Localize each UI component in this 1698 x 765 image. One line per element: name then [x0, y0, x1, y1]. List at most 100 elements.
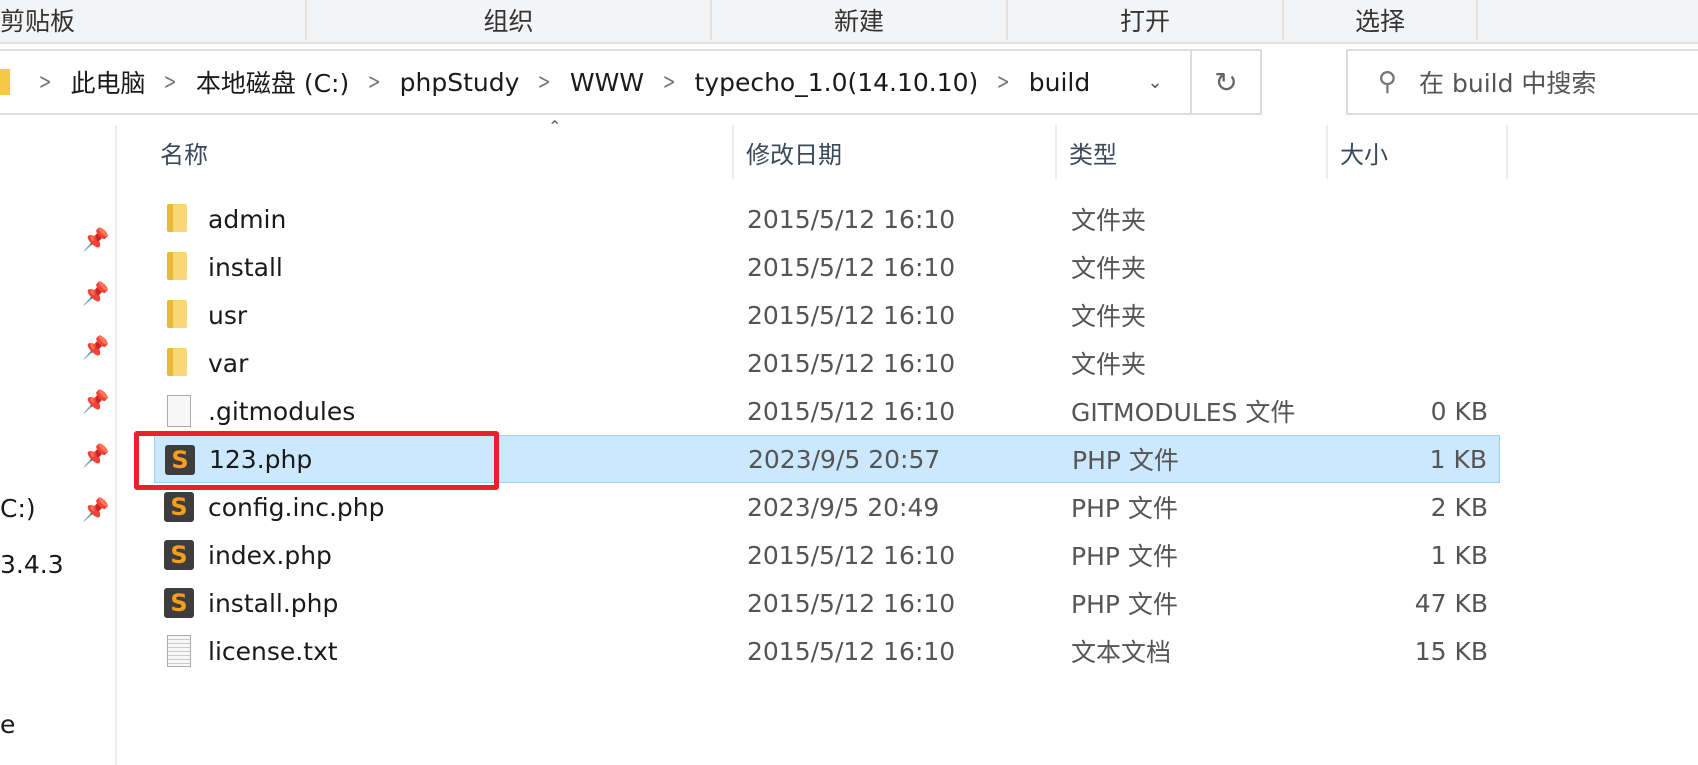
address-bar[interactable]: > 此电脑 > 本地磁盘 (C:) > phpStudy > WWW > typecho_…: [0, 49, 1262, 115]
ribbon-group-clipboard[interactable]: 剪贴板: [0, 0, 307, 40]
file-date: 2015/5/12 16:10: [747, 636, 956, 666]
navigation-pane: 📌 📌 📌 📌 📌 📌 C:) 3.4.3 e: [0, 125, 117, 765]
file-row[interactable]: admin 2015/5/12 16:10 文件夹: [154, 195, 1500, 243]
pin-icon[interactable]: 📌: [82, 228, 109, 254]
column-header: ⌃ 名称 修改日期 类型 大小: [118, 117, 1518, 179]
crumb[interactable]: WWW: [570, 68, 644, 97]
file-row[interactable]: Sinstall.php 2015/5/12 16:10 PHP 文件 47 KB: [154, 579, 1500, 627]
php-file-icon: S: [164, 540, 194, 570]
column-name[interactable]: 名称: [148, 125, 734, 179]
file-type: PHP 文件: [1071, 494, 1178, 523]
chevron-down-icon[interactable]: ⌄: [1120, 72, 1190, 93]
file-row[interactable]: install 2015/5/12 16:10 文件夹: [154, 243, 1500, 291]
file-name: install: [208, 252, 283, 282]
file-size: 1 KB: [1430, 540, 1488, 570]
ribbon-group-open[interactable]: 打开: [1008, 0, 1284, 40]
file-row[interactable]: var 2015/5/12 16:10 文件夹: [154, 339, 1500, 387]
folder-icon: [0, 69, 10, 95]
refresh-icon[interactable]: ↻: [1190, 51, 1260, 113]
crumb[interactable]: build: [1029, 68, 1090, 97]
file-size: 2 KB: [1430, 492, 1488, 522]
search-input[interactable]: ⚲ 在 build 中搜索: [1346, 49, 1698, 115]
file-type: 文件夹: [1071, 350, 1147, 379]
file-type: PHP 文件: [1071, 542, 1178, 571]
column-label: 名称: [160, 140, 208, 169]
ribbon-label: 剪贴板: [0, 7, 76, 36]
search-icon: ⚲: [1378, 67, 1398, 97]
nav-item[interactable]: e: [0, 710, 15, 739]
column-label: 修改日期: [746, 140, 842, 169]
pin-icon[interactable]: 📌: [82, 444, 109, 470]
file-name: install.php: [208, 588, 339, 618]
chevron-right-icon[interactable]: >: [368, 70, 381, 95]
ribbon-label: 选择: [1354, 7, 1405, 36]
file-name: .gitmodules: [208, 396, 356, 426]
crumb[interactable]: phpStudy: [400, 68, 520, 97]
ribbon: 剪贴板 组织 新建 打开 选择: [0, 0, 1698, 44]
breadcrumb: > 此电脑 > 本地磁盘 (C:) > phpStudy > WWW > typecho_…: [0, 64, 1120, 100]
file-icon: [167, 395, 191, 427]
ribbon-group-new[interactable]: 新建: [712, 0, 1008, 40]
folder-icon: [167, 300, 187, 328]
highlight-box: [134, 431, 499, 490]
folder-icon: [167, 348, 187, 376]
file-row[interactable]: usr 2015/5/12 16:10 文件夹: [154, 291, 1500, 339]
ribbon-label: 组织: [483, 7, 534, 36]
file-date: 2015/5/12 16:10: [747, 540, 956, 570]
file-size: 47 KB: [1414, 588, 1488, 618]
php-file-icon: S: [164, 492, 194, 522]
ribbon-label: 打开: [1119, 7, 1170, 36]
file-type: 文件夹: [1071, 254, 1147, 283]
column-date[interactable]: 修改日期: [734, 125, 1057, 179]
file-date: 2015/5/12 16:10: [747, 348, 956, 378]
crumb[interactable]: 本地磁盘 (C:): [196, 64, 349, 100]
file-type: PHP 文件: [1071, 590, 1178, 619]
chevron-right-icon[interactable]: >: [164, 70, 177, 95]
file-type: PHP 文件: [1072, 446, 1179, 475]
crumb[interactable]: typecho_1.0(14.10.10): [694, 68, 978, 97]
chevron-right-icon[interactable]: >: [39, 70, 52, 95]
file-name: usr: [208, 300, 248, 330]
nav-item[interactable]: C:): [0, 494, 36, 523]
crumb[interactable]: 此电脑: [70, 64, 145, 100]
file-size: 0 KB: [1430, 396, 1488, 426]
ribbon-group-organize[interactable]: 组织: [307, 0, 712, 40]
file-row[interactable]: Sindex.php 2015/5/12 16:10 PHP 文件 1 KB: [154, 531, 1500, 579]
file-date: 2015/5/12 16:10: [747, 252, 956, 282]
file-size: 15 KB: [1414, 636, 1488, 666]
file-date: 2023/9/5 20:49: [747, 492, 940, 522]
column-type[interactable]: 类型: [1057, 125, 1328, 179]
file-date: 2015/5/12 16:10: [747, 300, 956, 330]
chevron-right-icon[interactable]: >: [997, 70, 1010, 95]
php-file-icon: S: [164, 588, 194, 618]
pin-icon[interactable]: 📌: [82, 390, 109, 416]
file-date: 2023/9/5 20:57: [748, 444, 941, 474]
file-type: GITMODULES 文件: [1071, 398, 1296, 427]
file-name: var: [208, 348, 249, 378]
file-name: index.php: [208, 540, 332, 570]
file-date: 2015/5/12 16:10: [747, 204, 956, 234]
pin-icon[interactable]: 📌: [82, 498, 109, 524]
file-name: config.inc.php: [208, 492, 385, 522]
column-label: 大小: [1340, 140, 1388, 169]
ribbon-group-select[interactable]: 选择: [1284, 0, 1478, 40]
file-row[interactable]: .gitmodules 2015/5/12 16:10 GITMODULES 文件 0…: [154, 387, 1500, 435]
file-row[interactable]: license.txt 2015/5/12 16:10 文本文档 15 KB: [154, 627, 1500, 675]
file-type: 文件夹: [1071, 206, 1147, 235]
file-date: 2015/5/12 16:10: [747, 396, 956, 426]
chevron-right-icon[interactable]: >: [663, 70, 676, 95]
folder-icon: [167, 204, 187, 232]
file-row[interactable]: Sconfig.inc.php 2023/9/5 20:49 PHP 文件 2 KB: [154, 483, 1500, 531]
folder-icon: [167, 252, 187, 280]
pin-icon[interactable]: 📌: [82, 336, 109, 362]
file-name: license.txt: [208, 636, 338, 666]
search-placeholder: 在 build 中搜索: [1419, 69, 1597, 98]
pin-icon[interactable]: 📌: [82, 282, 109, 308]
column-label: 类型: [1069, 140, 1117, 169]
file-type: 文件夹: [1071, 302, 1147, 331]
column-size[interactable]: 大小: [1328, 125, 1508, 179]
ribbon-label: 新建: [833, 7, 884, 36]
nav-item[interactable]: 3.4.3: [0, 550, 64, 579]
file-name: admin: [208, 204, 287, 234]
chevron-right-icon[interactable]: >: [538, 70, 551, 95]
